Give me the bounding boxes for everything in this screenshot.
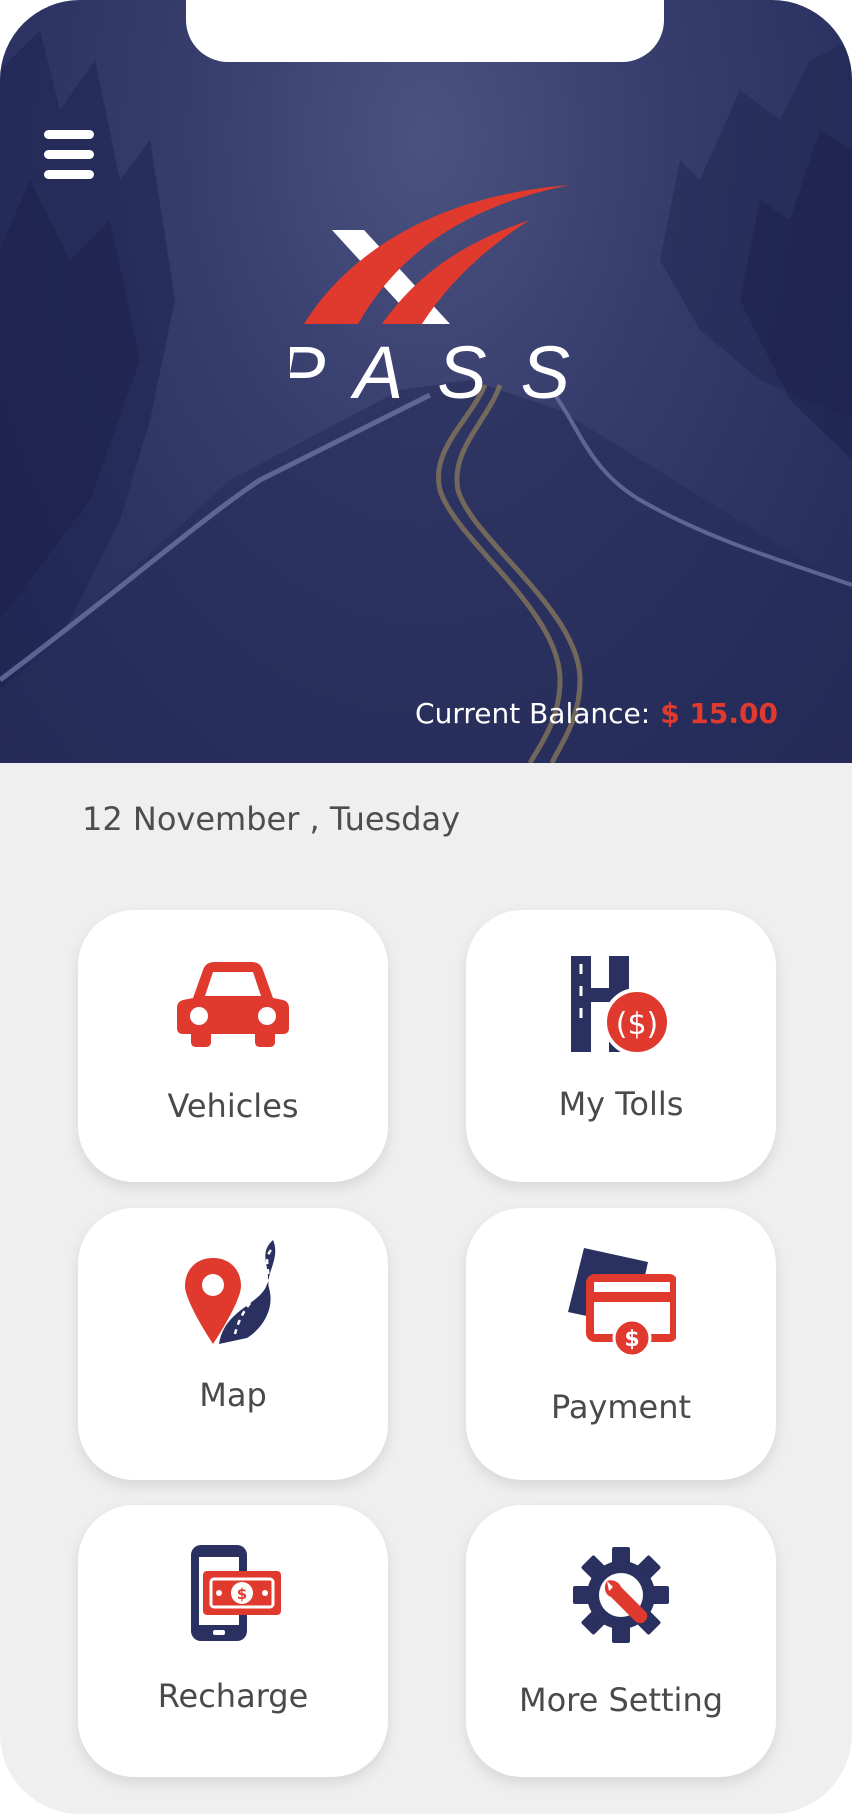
svg-text:$: $: [237, 1585, 247, 1603]
gear-wrench-icon: [573, 1547, 669, 1643]
tile-recharge[interactable]: $ Recharge: [78, 1505, 388, 1777]
tile-label-my-tolls: My Tolls: [558, 1085, 684, 1123]
tile-map[interactable]: Map: [78, 1208, 388, 1480]
balance-label: Current Balance:: [415, 697, 651, 730]
device-notch: [186, 0, 664, 62]
svg-text:($): ($): [616, 1007, 659, 1042]
phone-screen: PASS Current Balance: $ 15.00 12 November…: [0, 0, 852, 1814]
phone-cash-icon: $: [191, 1545, 281, 1641]
balance-amount: $ 15.00: [660, 697, 778, 730]
svg-text:PASS: PASS: [290, 331, 590, 414]
tile-vehicles[interactable]: Vehicles: [78, 910, 388, 1182]
tile-label-vehicles: Vehicles: [167, 1087, 299, 1125]
date-label: 12 November , Tuesday: [82, 800, 461, 838]
svg-text:$: $: [624, 1327, 639, 1352]
tile-label-payment: Payment: [550, 1388, 692, 1426]
tile-label-more-setting: More Setting: [518, 1681, 724, 1719]
xpass-logo: PASS: [290, 185, 590, 414]
map-pin-road-icon: [185, 1240, 276, 1344]
tile-label-map: Map: [199, 1376, 267, 1414]
tile-more-setting[interactable]: More Setting: [466, 1505, 776, 1777]
car-icon: [177, 962, 289, 1047]
tile-payment[interactable]: $ Payment: [466, 1208, 776, 1480]
tile-label-recharge: Recharge: [157, 1677, 309, 1715]
tile-my-tolls[interactable]: ($) My Tolls: [466, 910, 776, 1182]
payment-card-icon: $: [568, 1248, 676, 1356]
current-balance: Current Balance: $ 15.00: [415, 697, 778, 730]
toll-road-dollar-icon: ($): [571, 956, 671, 1056]
menu-button[interactable]: [44, 130, 96, 180]
hero-header: PASS Current Balance: $ 15.00: [0, 0, 852, 763]
